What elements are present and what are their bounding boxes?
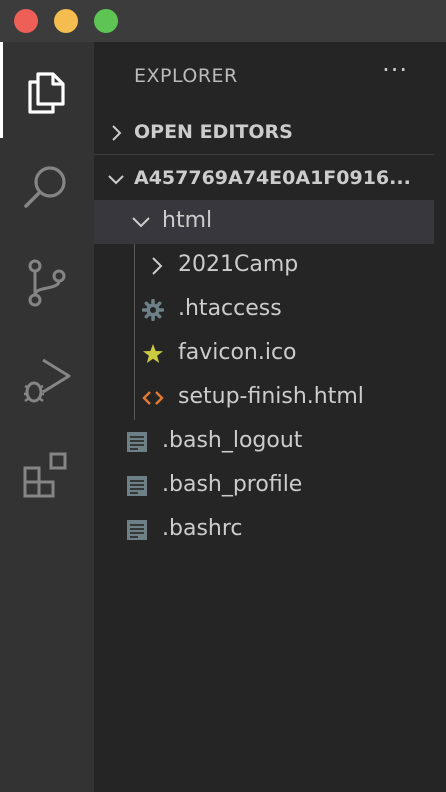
open-editors-section[interactable]: OPEN EDITORS [94,112,446,156]
chevron-down-icon [108,175,124,185]
tree-item-label: favicon.ico [178,340,297,365]
activity-search[interactable] [0,138,94,234]
extensions-icon [23,452,67,498]
close-window-button[interactable] [14,9,38,33]
zoom-window-button[interactable] [94,9,118,33]
activity-run-debug[interactable] [0,330,94,426]
minimize-window-button[interactable] [54,9,78,33]
text-file-icon [127,520,147,540]
chevron-down-icon [132,217,150,228]
files-icon [28,72,65,114]
tree-item-label: .bash_logout [162,428,303,453]
tree-item-setup-finish-file[interactable]: setup-finish.html [94,376,434,420]
vscode-window: EXPLORER ··· OPEN EDITORS A457769A74E0A1… [0,0,446,792]
tree-item-label: .bash_profile [162,472,303,497]
activity-bar [0,42,94,792]
html-code-icon [142,391,164,405]
workspace-label: A457769A74E0A1F0916... [134,167,411,189]
tree-item-label: .bashrc [162,516,243,541]
title-bar [0,0,446,42]
tree-item-label: 2021Camp [178,252,299,277]
text-file-icon [127,476,147,496]
tree-item-label: .htaccess [178,296,282,321]
gear-icon [142,299,164,321]
tree-item-bash-logout-file[interactable]: .bash_logout [94,420,434,464]
explorer-sidebar: EXPLORER ··· OPEN EDITORS A457769A74E0A1… [94,42,446,792]
activity-source-control[interactable] [0,234,94,330]
tree-item-htaccess-file[interactable]: .htaccess [94,288,434,332]
open-editors-label: OPEN EDITORS [134,121,293,143]
star-icon [143,344,163,363]
activity-extensions[interactable] [0,426,94,522]
chevron-right-icon [112,125,122,141]
workspace-section[interactable]: A457769A74E0A1F0916... [94,158,446,202]
activity-explorer[interactable] [0,42,94,138]
tree-item-bash-profile-file[interactable]: .bash_profile [94,464,434,508]
more-actions-button[interactable]: ··· [382,56,408,84]
source-control-icon [28,259,66,307]
chevron-right-icon [152,257,163,275]
run-debug-icon [24,358,71,403]
section-divider [94,154,434,155]
tree-item-html-folder[interactable]: html [94,200,434,244]
explorer-title: EXPLORER [134,65,238,87]
tree-item-label: html [162,208,213,233]
tree-item-favicon-file[interactable]: favicon.ico [94,332,434,376]
text-file-icon [127,432,147,452]
tree-item-label: setup-finish.html [178,384,364,409]
search-icon [24,166,66,208]
tree-item-bashrc-file[interactable]: .bashrc [94,508,434,552]
tree-item-2021camp-folder[interactable]: 2021Camp [94,244,434,288]
